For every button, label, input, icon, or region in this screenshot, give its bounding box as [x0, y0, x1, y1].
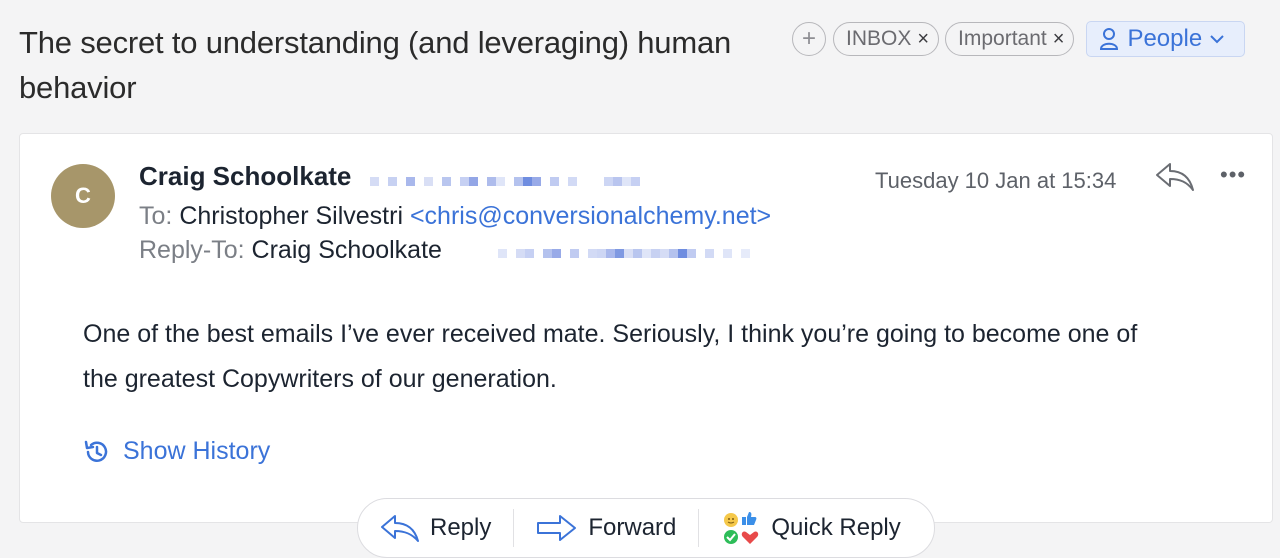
- to-name[interactable]: Christopher Silvestri: [179, 202, 403, 230]
- message-actions-bar: Reply Forward Quick Reply: [357, 498, 935, 558]
- avatar[interactable]: C: [51, 164, 115, 228]
- sender-name[interactable]: Craig Schoolkate: [139, 161, 351, 192]
- reaction-emoji-icon: [724, 512, 759, 544]
- redacted-reply-to-email: [498, 249, 750, 258]
- label-bar: + INBOX × Important × People: [792, 21, 1246, 57]
- label-chip-text: INBOX: [846, 27, 912, 50]
- reply-button[interactable]: Reply: [358, 507, 513, 549]
- redacted-sender-email: [370, 177, 640, 186]
- quick-reply-button-label: Quick Reply: [771, 514, 901, 541]
- show-history-label: Show History: [123, 437, 271, 465]
- person-icon: [1100, 28, 1119, 50]
- reply-to-line: Reply-To: Craig Schoolkate: [139, 236, 442, 265]
- chevron-down-icon: [1210, 35, 1224, 44]
- reply-icon: [381, 515, 419, 542]
- reply-to-name[interactable]: Craig Schoolkate: [252, 236, 442, 264]
- quick-reply-button[interactable]: Quick Reply: [699, 507, 922, 549]
- forward-button[interactable]: Forward: [514, 507, 698, 549]
- label-chip-important[interactable]: Important ×: [945, 22, 1075, 56]
- message-body: One of the best emails I’ve ever receive…: [83, 320, 1138, 393]
- to-line: To: Christopher Silvestri <chris@convers…: [139, 202, 771, 231]
- reply-to-label: Reply-To:: [139, 236, 245, 264]
- add-label-button[interactable]: +: [792, 22, 826, 56]
- reply-button-label: Reply: [430, 514, 492, 541]
- remove-label-icon[interactable]: ×: [917, 28, 929, 51]
- to-label: To:: [139, 202, 173, 230]
- email-subject: The secret to understanding (and leverag…: [19, 25, 732, 105]
- to-address[interactable]: <chris@conversionalchemy.net>: [410, 202, 771, 230]
- more-options-icon[interactable]: •••: [1220, 162, 1246, 188]
- reply-arrow-icon[interactable]: [1154, 160, 1196, 197]
- forward-button-label: Forward: [588, 514, 677, 541]
- label-chip-text: Important: [958, 27, 1047, 50]
- show-history-link[interactable]: Show History: [83, 437, 270, 466]
- history-icon: [84, 440, 108, 462]
- message-date: Tuesday 10 Jan at 15:34: [875, 168, 1117, 193]
- message-card: C Craig Schoolkate Tuesday 10 Jan at 15:…: [19, 133, 1273, 523]
- forward-icon: [537, 515, 577, 541]
- people-button[interactable]: People: [1086, 21, 1246, 57]
- people-button-label: People: [1127, 25, 1203, 52]
- remove-label-icon[interactable]: ×: [1053, 28, 1065, 51]
- label-chip-inbox[interactable]: INBOX ×: [833, 22, 940, 56]
